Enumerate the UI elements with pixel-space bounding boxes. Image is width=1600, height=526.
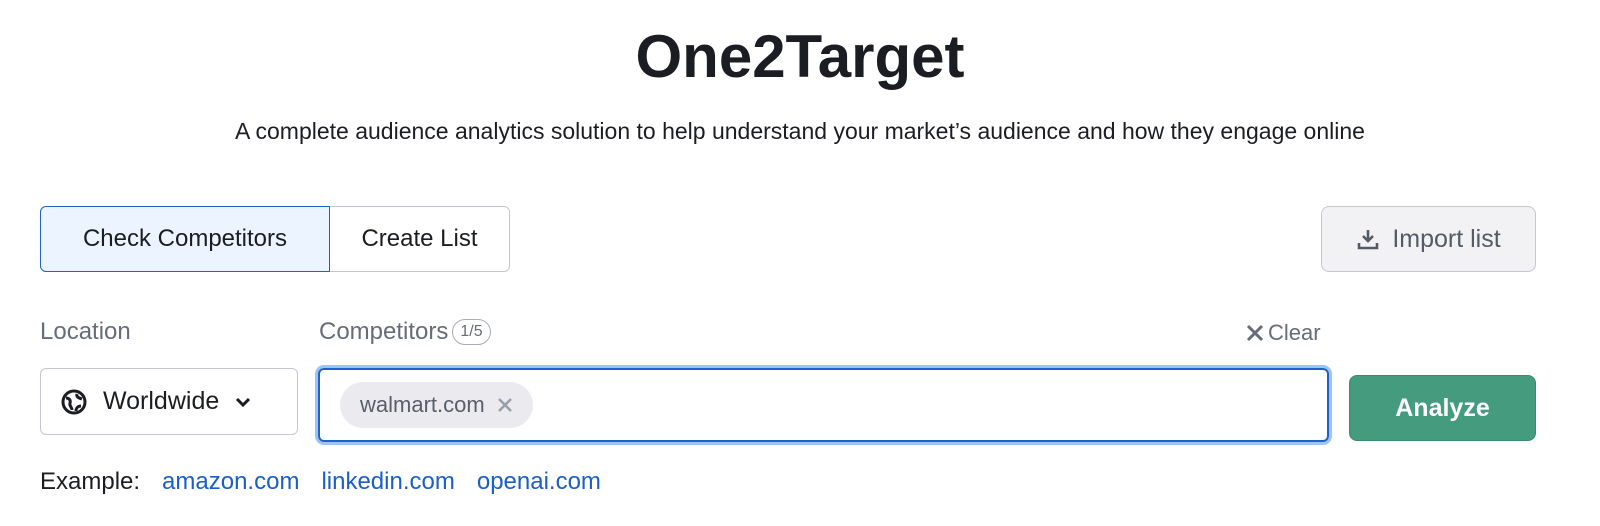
examples: Example: amazon.com linkedin.com openai.…	[40, 468, 601, 496]
location-label: Location	[40, 318, 131, 345]
chip-label: walmart.com	[360, 392, 485, 417]
tab-check-competitors[interactable]: Check Competitors	[40, 206, 330, 272]
chevron-down-icon	[236, 397, 251, 407]
close-icon	[1246, 324, 1264, 342]
example-link-openai[interactable]: openai.com	[477, 468, 601, 496]
download-icon	[1358, 230, 1379, 250]
clear-button[interactable]: Clear	[1246, 320, 1321, 346]
remove-chip-icon[interactable]	[497, 397, 513, 413]
page-title: One2Target	[635, 23, 965, 90]
example-link-amazon[interactable]: amazon.com	[162, 468, 299, 496]
competitors-label-text: Competitors	[319, 318, 449, 345]
analyze-button[interactable]: Analyze	[1349, 375, 1536, 441]
competitors-label: Competitors 1/5	[319, 318, 491, 346]
location-value: Worldwide	[103, 387, 220, 415]
example-link-linkedin[interactable]: linkedin.com	[321, 468, 454, 496]
tab-create-list[interactable]: Create List	[329, 206, 510, 272]
page-subtitle: A complete audience analytics solution t…	[235, 118, 1365, 144]
competitors-input[interactable]: walmart.com	[318, 368, 1329, 442]
example-label: Example:	[40, 468, 141, 495]
location-select[interactable]: Worldwide	[40, 368, 298, 435]
import-list-label: Import list	[1392, 224, 1501, 253]
import-list-button[interactable]: Import list	[1321, 206, 1536, 272]
clear-label: Clear	[1268, 320, 1321, 345]
globe-icon	[61, 389, 87, 414]
competitor-chip: walmart.com	[340, 382, 533, 428]
competitors-count-badge: 1/5	[452, 319, 491, 345]
